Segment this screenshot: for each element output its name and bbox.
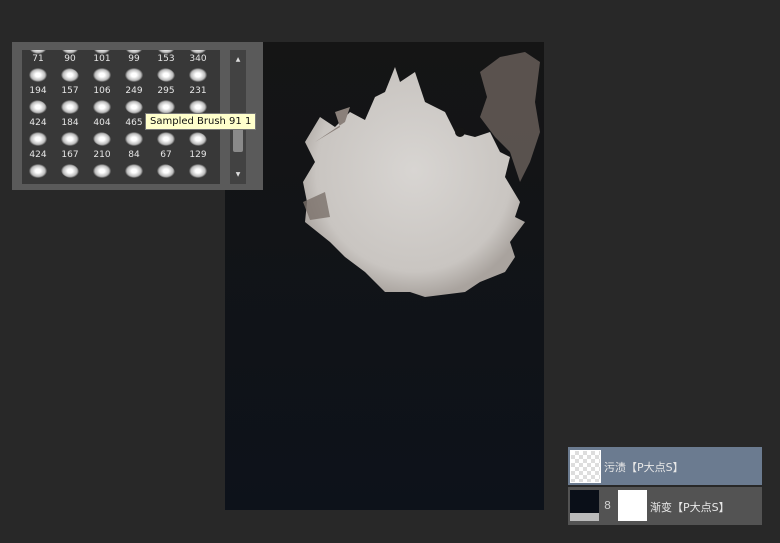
brush-size-label: 67 xyxy=(160,150,172,160)
stain-artwork xyxy=(303,52,540,297)
brush-thumbnail xyxy=(157,68,175,82)
brush-size-label: 249 xyxy=(125,86,143,96)
brush-thumbnail xyxy=(125,164,143,178)
brush-preset[interactable]: 424 xyxy=(22,150,54,182)
brush-thumbnail xyxy=(93,68,111,82)
layer-thumbnail xyxy=(570,490,599,521)
layer-mask-thumbnail[interactable] xyxy=(618,490,647,521)
brush-preset[interactable]: 424 xyxy=(22,118,54,150)
brush-size-label: 99 xyxy=(128,54,140,64)
brush-preset[interactable]: 167 xyxy=(54,150,86,182)
brush-preset[interactable]: 99 xyxy=(118,54,150,86)
brush-thumbnail xyxy=(29,68,47,82)
brush-thumbnail xyxy=(61,68,79,82)
brush-size-label: 424 xyxy=(29,118,47,128)
brush-size-label: 84 xyxy=(128,150,140,160)
brush-preset[interactable]: 90 xyxy=(54,54,86,86)
brush-size-label: 231 xyxy=(189,86,207,96)
brush-thumbnail xyxy=(125,68,143,82)
layers-panel: 污渍【P大点S】 8 渐变【P大点S】 xyxy=(568,447,762,525)
brush-thumbnail xyxy=(93,164,111,178)
brush-tooltip: Sampled Brush 91 1 xyxy=(145,113,257,130)
brush-preset[interactable]: 153 xyxy=(150,54,182,86)
brush-thumbnail xyxy=(189,68,207,82)
brush-size-label: 340 xyxy=(189,54,207,64)
brush-preset[interactable]: 210 xyxy=(86,150,118,182)
layer-name: 渐变【P大点S】 xyxy=(650,501,730,514)
scroll-thumb[interactable] xyxy=(233,128,243,152)
brush-thumbnail xyxy=(189,132,207,146)
brush-thumbnail xyxy=(157,100,175,114)
brush-size-label: 129 xyxy=(189,150,207,160)
layer-stain[interactable]: 污渍【P大点S】 xyxy=(568,447,762,485)
scroll-down-icon[interactable]: ▼ xyxy=(230,171,246,178)
brush-thumbnail xyxy=(29,100,47,114)
brush-thumbnail xyxy=(29,132,47,146)
brush-thumbnail xyxy=(61,100,79,114)
brush-size-label: 71 xyxy=(32,54,44,64)
brush-preset[interactable]: 194 xyxy=(22,86,54,118)
brush-preset[interactable]: 84 xyxy=(118,150,150,182)
brush-thumbnail xyxy=(157,164,175,178)
brush-preset[interactable]: 129 xyxy=(182,150,214,182)
brush-preset[interactable]: 71 xyxy=(22,54,54,86)
brush-preset[interactable]: 340 xyxy=(182,54,214,86)
brush-thumbnail xyxy=(61,132,79,146)
brush-size-label: 90 xyxy=(64,54,76,64)
layer-gradient[interactable]: 8 渐变【P大点S】 xyxy=(568,487,762,525)
brush-size-label: 424 xyxy=(29,150,47,160)
brush-preset[interactable]: 67 xyxy=(150,150,182,182)
brush-thumbnail xyxy=(157,132,175,146)
brush-preset[interactable]: 184 xyxy=(54,118,86,150)
chain-link-icon[interactable]: 8 xyxy=(604,499,611,512)
brush-size-label: 404 xyxy=(93,118,111,128)
brush-size-label: 167 xyxy=(61,150,79,160)
brush-size-label: 101 xyxy=(93,54,111,64)
scroll-up-icon[interactable]: ▲ xyxy=(230,56,246,63)
brush-thumbnail xyxy=(93,100,111,114)
brush-thumbnail xyxy=(125,100,143,114)
brush-size-label: 210 xyxy=(93,150,111,160)
brush-size-label: 295 xyxy=(157,86,175,96)
brush-preset[interactable]: 157 xyxy=(54,86,86,118)
layer-thumbnail xyxy=(570,450,601,483)
brush-preset[interactable]: 404 xyxy=(86,118,118,150)
brush-preset[interactable]: 101 xyxy=(86,54,118,86)
brush-thumbnail xyxy=(189,164,207,178)
brush-thumbnail xyxy=(189,100,207,114)
brush-thumbnail xyxy=(29,164,47,178)
brush-preset[interactable]: 106 xyxy=(86,86,118,118)
brush-size-label: 157 xyxy=(61,86,79,96)
document-canvas[interactable] xyxy=(225,42,544,510)
brush-size-label: 184 xyxy=(61,118,79,128)
brush-thumbnail xyxy=(93,132,111,146)
brush-size-label: 194 xyxy=(29,86,47,96)
brush-thumbnail xyxy=(125,132,143,146)
layer-name: 污渍【P大点S】 xyxy=(604,461,684,474)
brush-thumbnail xyxy=(61,164,79,178)
brush-size-label: 106 xyxy=(93,86,111,96)
brush-size-label: 153 xyxy=(157,54,175,64)
